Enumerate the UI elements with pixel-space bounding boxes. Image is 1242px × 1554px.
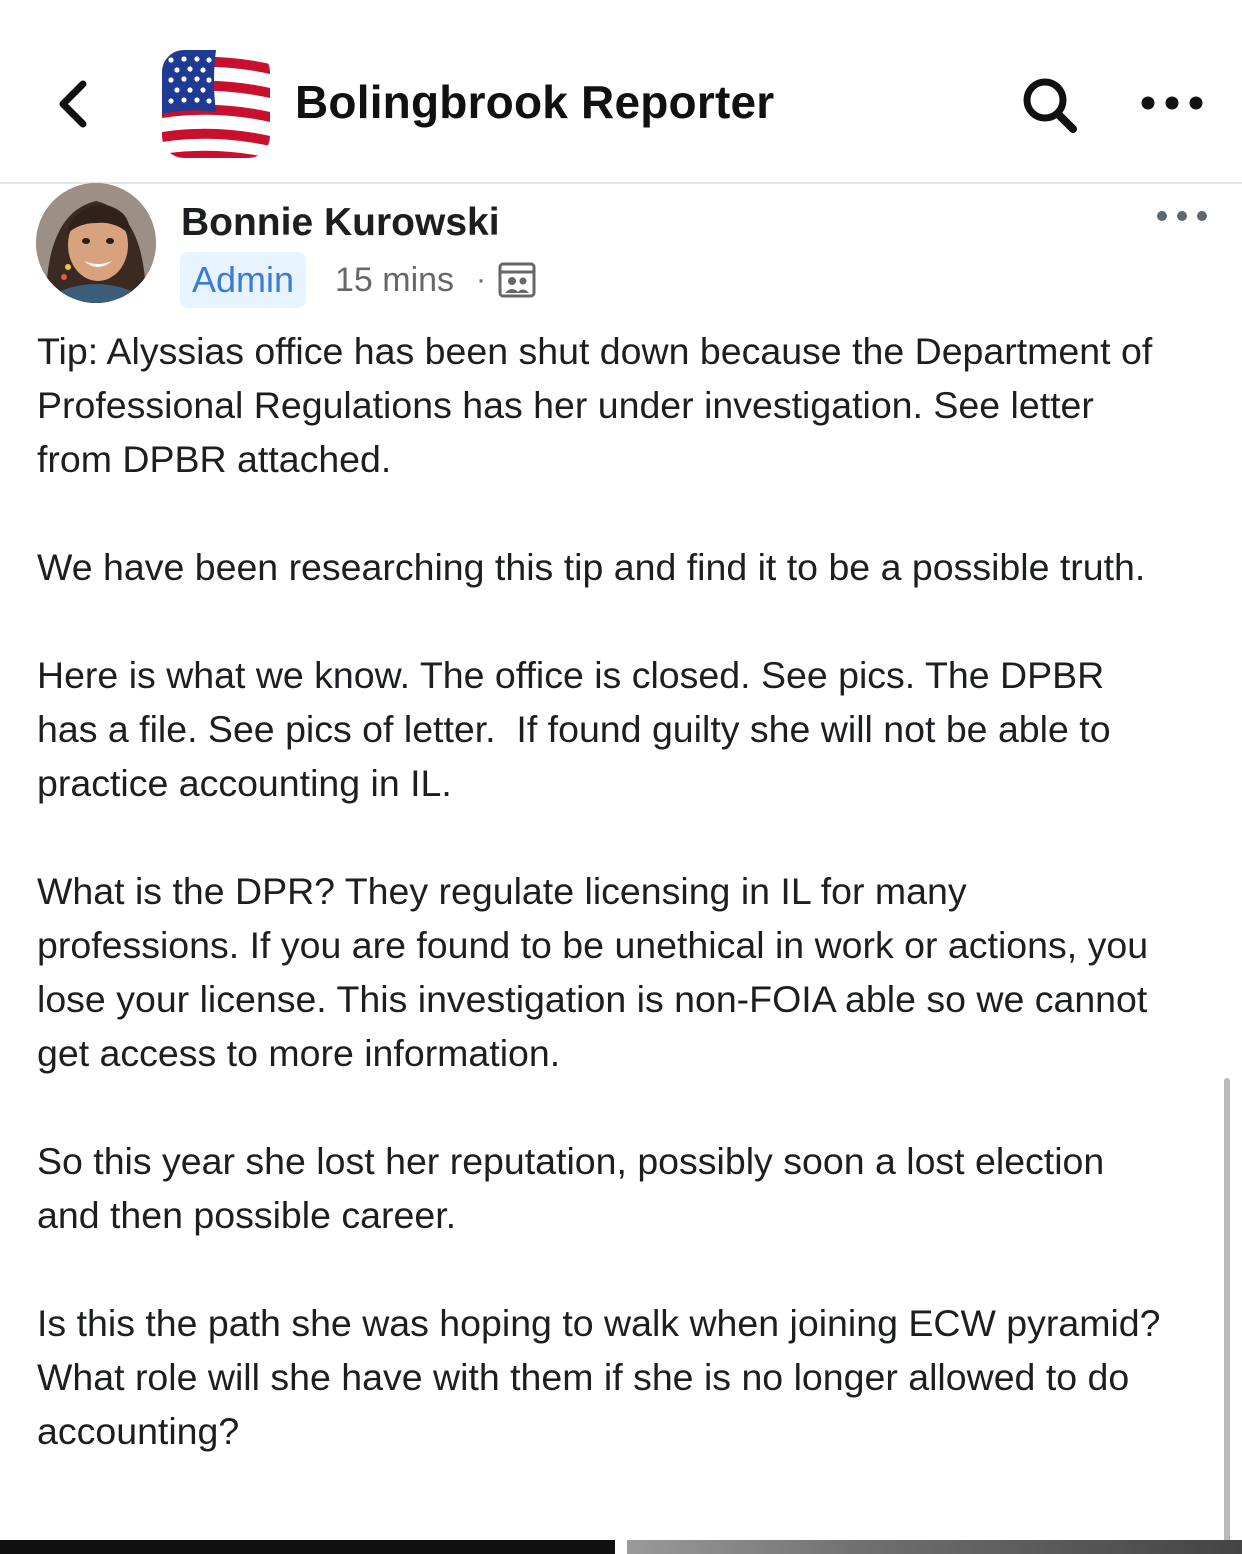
post-options-button[interactable] <box>1150 196 1214 236</box>
more-horizontal-icon <box>1141 96 1203 110</box>
attached-photo-right[interactable] <box>627 1540 1242 1554</box>
more-options-button[interactable] <box>1132 78 1212 128</box>
admin-badge: Admin <box>180 252 307 308</box>
group-header: Bolingbrook Reporter <box>0 0 1242 184</box>
chevron-left-icon <box>59 80 87 128</box>
group-members-icon <box>498 262 536 298</box>
search-button[interactable] <box>1012 70 1088 140</box>
meta-separator: · <box>476 263 486 296</box>
american-flag-icon <box>162 50 270 158</box>
scrollbar[interactable] <box>1224 1078 1230 1548</box>
group-title[interactable]: Bolingbrook Reporter <box>295 70 774 134</box>
attached-photo-left[interactable] <box>0 1540 615 1554</box>
post-paragraph: We have been researching this tip and fi… <box>37 546 1146 588</box>
post-body: Tip: Alyssias office has been shut down … <box>37 324 1167 1458</box>
profile-photo-icon <box>36 183 156 303</box>
back-button[interactable] <box>44 74 100 134</box>
post-paragraph: So this year she lost her reputation, po… <box>37 1140 1115 1236</box>
post-paragraph: Here is what we know. The office is clos… <box>37 654 1121 804</box>
search-icon <box>1023 78 1077 133</box>
author-avatar[interactable] <box>36 183 156 303</box>
author-name[interactable]: Bonnie Kurowski <box>181 198 500 248</box>
group-avatar[interactable] <box>162 50 270 158</box>
post-timestamp[interactable]: 15 mins <box>335 256 454 304</box>
privacy-indicator <box>498 262 536 298</box>
post-paragraph: Tip: Alyssias office has been shut down … <box>37 330 1163 480</box>
post-paragraph: Is this the path she was hoping to walk … <box>37 1302 1171 1452</box>
post-paragraph: What is the DPR? They regulate licensing… <box>37 870 1159 1074</box>
more-horizontal-icon <box>1157 211 1207 221</box>
